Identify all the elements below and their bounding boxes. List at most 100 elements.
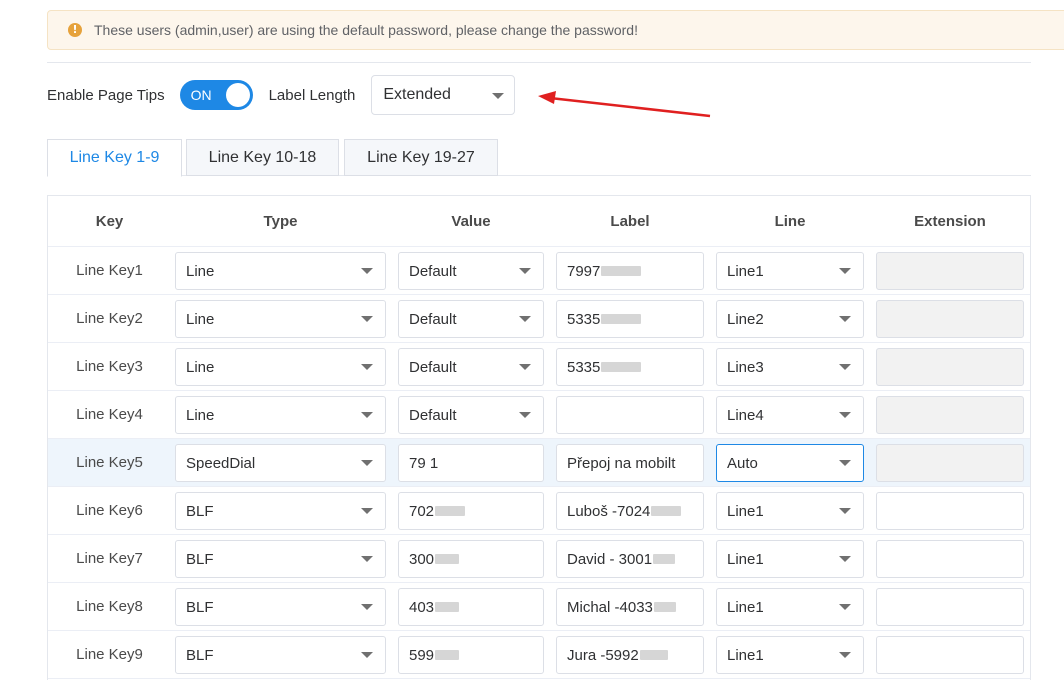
label-length-value: Extended xyxy=(383,86,451,103)
key-label: Line Key3 xyxy=(76,358,143,375)
extension-field[interactable] xyxy=(876,492,1024,530)
line-select[interactable]: Auto xyxy=(716,444,864,482)
type-select[interactable]: BLF xyxy=(175,540,386,578)
header-label: Label xyxy=(610,213,650,230)
extension-field xyxy=(876,252,1024,290)
value-text: 702 xyxy=(409,502,435,520)
line-value: Line1 xyxy=(727,598,764,616)
chevron-down-icon xyxy=(519,364,531,370)
tab-line-key-1-9[interactable]: Line Key 1-9 xyxy=(47,139,182,177)
line-select[interactable]: Line2 xyxy=(716,300,864,338)
line-select[interactable]: Line1 xyxy=(716,588,864,626)
value-field[interactable]: 599 xyxy=(398,636,544,674)
extension-field[interactable] xyxy=(876,636,1024,674)
value-field[interactable]: Default xyxy=(398,300,544,338)
divider xyxy=(47,62,1031,63)
type-value: SpeedDial xyxy=(186,454,256,472)
line-select[interactable]: Line1 xyxy=(716,252,864,290)
chevron-down-icon xyxy=(839,364,851,370)
table-row: Line Key6 BLF 702 Luboš -7024 Line1 xyxy=(48,487,1030,535)
value-field[interactable]: 300 xyxy=(398,540,544,578)
header-line: Line xyxy=(774,213,806,230)
value-field[interactable]: 79 1 xyxy=(398,444,544,482)
label-field[interactable]: Luboš -7024 xyxy=(556,492,704,530)
page-tips-switch[interactable]: ON xyxy=(179,80,253,110)
chevron-down-icon xyxy=(839,268,851,274)
value-field[interactable]: Default xyxy=(398,396,544,434)
annotation-arrow xyxy=(538,91,711,118)
type-select[interactable]: BLF xyxy=(175,492,386,530)
line-value: Line2 xyxy=(727,310,764,328)
label-field[interactable]: Jura -5992 xyxy=(556,636,704,674)
value-text: 79 1 xyxy=(409,454,439,472)
chevron-down-icon xyxy=(492,93,505,99)
key-cell: Line Key3 xyxy=(48,343,171,390)
redaction-blur xyxy=(639,650,668,660)
line-select[interactable]: Line4 xyxy=(716,396,864,434)
type-select[interactable]: Line xyxy=(175,252,386,290)
options-row: Enable Page Tips ON Label Length Extende… xyxy=(47,75,516,115)
chevron-down-icon xyxy=(361,556,373,562)
label-field[interactable]: 5335 xyxy=(556,348,704,386)
key-cell: Line Key8 xyxy=(48,583,171,630)
type-select[interactable]: Line xyxy=(175,348,386,386)
line-select[interactable]: Line1 xyxy=(716,636,864,674)
value-field[interactable]: 403 xyxy=(398,588,544,626)
table-row: Line Key9 BLF 599 Jura -5992 Line1 xyxy=(48,631,1030,679)
key-label: Line Key9 xyxy=(76,646,143,663)
type-select[interactable]: BLF xyxy=(175,588,386,626)
type-value: Line xyxy=(186,262,215,280)
type-select[interactable]: Line xyxy=(175,300,386,338)
chevron-down-icon xyxy=(839,556,851,562)
key-cell: Line Key4 xyxy=(48,391,171,438)
label-length-select[interactable]: Extended xyxy=(371,75,516,115)
extension-field xyxy=(876,348,1024,386)
header-value: Value xyxy=(451,213,491,230)
type-select[interactable]: BLF xyxy=(175,636,386,674)
label-text: Přepoj na mobilt xyxy=(567,454,676,472)
label-field[interactable]: 5335 xyxy=(556,300,704,338)
chevron-down-icon xyxy=(361,316,373,322)
type-value: BLF xyxy=(186,646,214,664)
redaction-blur xyxy=(601,362,642,372)
table-row: Line Key1 Line Default 7997 Line1 xyxy=(48,247,1030,295)
type-select[interactable]: Line xyxy=(175,396,386,434)
label-field[interactable]: David - 3001 xyxy=(556,540,704,578)
line-select[interactable]: Line1 xyxy=(716,492,864,530)
extension-field[interactable] xyxy=(876,588,1024,626)
chevron-down-icon xyxy=(519,316,531,322)
key-cell: Line Key5 xyxy=(48,439,171,486)
redaction-blur xyxy=(653,554,676,564)
value-field[interactable]: 702 xyxy=(398,492,544,530)
line-key-tabs: Line Key 1-9 Line Key 10-18 Line Key 19-… xyxy=(47,139,1031,177)
label-field[interactable]: 7997 xyxy=(556,252,704,290)
label-text: Luboš -7024 xyxy=(567,502,651,520)
chevron-down-icon xyxy=(839,460,851,466)
table-row: Line Key8 BLF 403 Michal -4033 Line1 xyxy=(48,583,1030,631)
redaction-blur xyxy=(653,602,676,612)
key-label: Line Key5 xyxy=(76,454,143,471)
redaction-blur xyxy=(435,602,460,612)
chevron-down-icon xyxy=(361,604,373,610)
type-select[interactable]: SpeedDial xyxy=(175,444,386,482)
line-select[interactable]: Line1 xyxy=(716,540,864,578)
label-field[interactable]: Přepoj na mobilt xyxy=(556,444,704,482)
line-value: Line1 xyxy=(727,502,764,520)
tab-line-key-10-18[interactable]: Line Key 10-18 xyxy=(186,139,339,176)
value-field[interactable]: Default xyxy=(398,348,544,386)
key-label: Line Key2 xyxy=(76,310,143,327)
table-row: Line Key7 BLF 300 David - 3001 Line1 xyxy=(48,535,1030,583)
line-value: Line4 xyxy=(727,406,764,424)
chevron-down-icon xyxy=(361,412,373,418)
label-field[interactable] xyxy=(556,396,704,434)
line-select[interactable]: Line3 xyxy=(716,348,864,386)
extension-field[interactable] xyxy=(876,540,1024,578)
line-value: Line1 xyxy=(727,646,764,664)
tab-line-key-19-27[interactable]: Line Key 19-27 xyxy=(344,139,498,176)
label-field[interactable]: Michal -4033 xyxy=(556,588,704,626)
label-text: 7997 xyxy=(567,262,601,280)
extension-field xyxy=(876,396,1024,434)
key-cell: Line Key7 xyxy=(48,535,171,582)
redaction-blur xyxy=(601,314,642,324)
value-field[interactable]: Default xyxy=(398,252,544,290)
